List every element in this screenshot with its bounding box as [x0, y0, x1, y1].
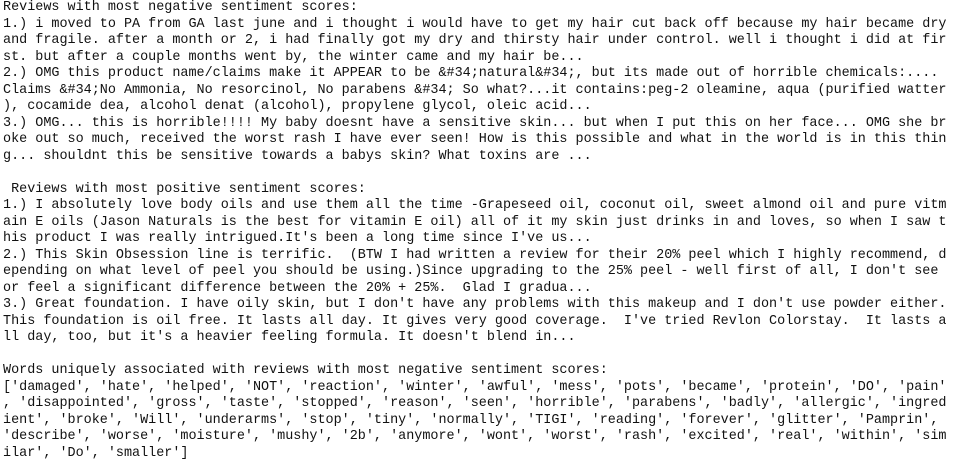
words-list-line-3: ient', 'broke', 'Will', 'underarms', 'st…	[3, 412, 939, 428]
words-list-line-4: 'describe', 'worse', 'moisture', 'mushy'…	[3, 429, 947, 444]
positive-reviews-heading: Reviews with most positive sentiment sco…	[3, 181, 366, 197]
negative-review-3-line-2: oke out so much, received the worst rash…	[3, 132, 947, 147]
words-list-line-1: ['damaged', 'hate', 'helped', 'NOT', 're…	[3, 379, 947, 395]
negative-reviews-heading: Reviews with most negative sentiment sco…	[3, 0, 358, 15]
notebook-output: Reviews with most negative sentiment sco…	[0, 0, 975, 466]
positive-review-2-line-1: 2.) This Skin Obsession line is terrific…	[3, 247, 947, 263]
positive-review-2-line-2: epending on what level of peel you shoul…	[3, 264, 939, 279]
negative-review-3-line-1: 3.) OMG... this is horrible!!!! My baby …	[3, 115, 947, 131]
positive-review-3-line-2: This foundation is oil free. It lasts al…	[3, 313, 947, 329]
negative-review-3-line-3: g... shouldnt this be sensitive towards …	[3, 148, 592, 164]
negative-review-1-line-2: and fragile. after a month or 2, i had f…	[3, 33, 947, 48]
negative-review-2-line-1: 2.) OMG this product name/claims make it…	[3, 66, 939, 81]
negative-review-1-line-3: st. but after a couple months went by, t…	[3, 49, 584, 65]
positive-review-1-line-2: ain E oils (Jason Naturals is the best f…	[3, 214, 947, 230]
negative-review-2-line-3: ), cocamide dea, alcohol denat (alcohol)…	[3, 99, 592, 114]
words-heading: Words uniquely associated with reviews w…	[3, 363, 608, 378]
positive-review-2-line-3: or feel a significant difference between…	[3, 280, 592, 296]
positive-review-1-line-3: his product I was really intrigued.It's …	[3, 231, 592, 246]
negative-review-1-line-1: 1.) i moved to PA from GA last june and …	[3, 16, 947, 32]
words-list-line-2: , 'disappointed', 'gross', 'taste', 'sto…	[3, 396, 947, 411]
negative-review-2-line-2: Claims &#34;No Ammonia, No resorcinol, N…	[3, 82, 947, 98]
positive-review-1-line-1: 1.) I absolutely love body oils and use …	[3, 198, 947, 213]
positive-review-3-line-1: 3.) Great foundation. I have oily skin, …	[3, 297, 947, 312]
positive-review-3-line-3: ll day, too, but it's a heavier feeling …	[3, 330, 576, 345]
words-list-line-5: ilar', 'Do', 'smaller']	[3, 445, 189, 461]
